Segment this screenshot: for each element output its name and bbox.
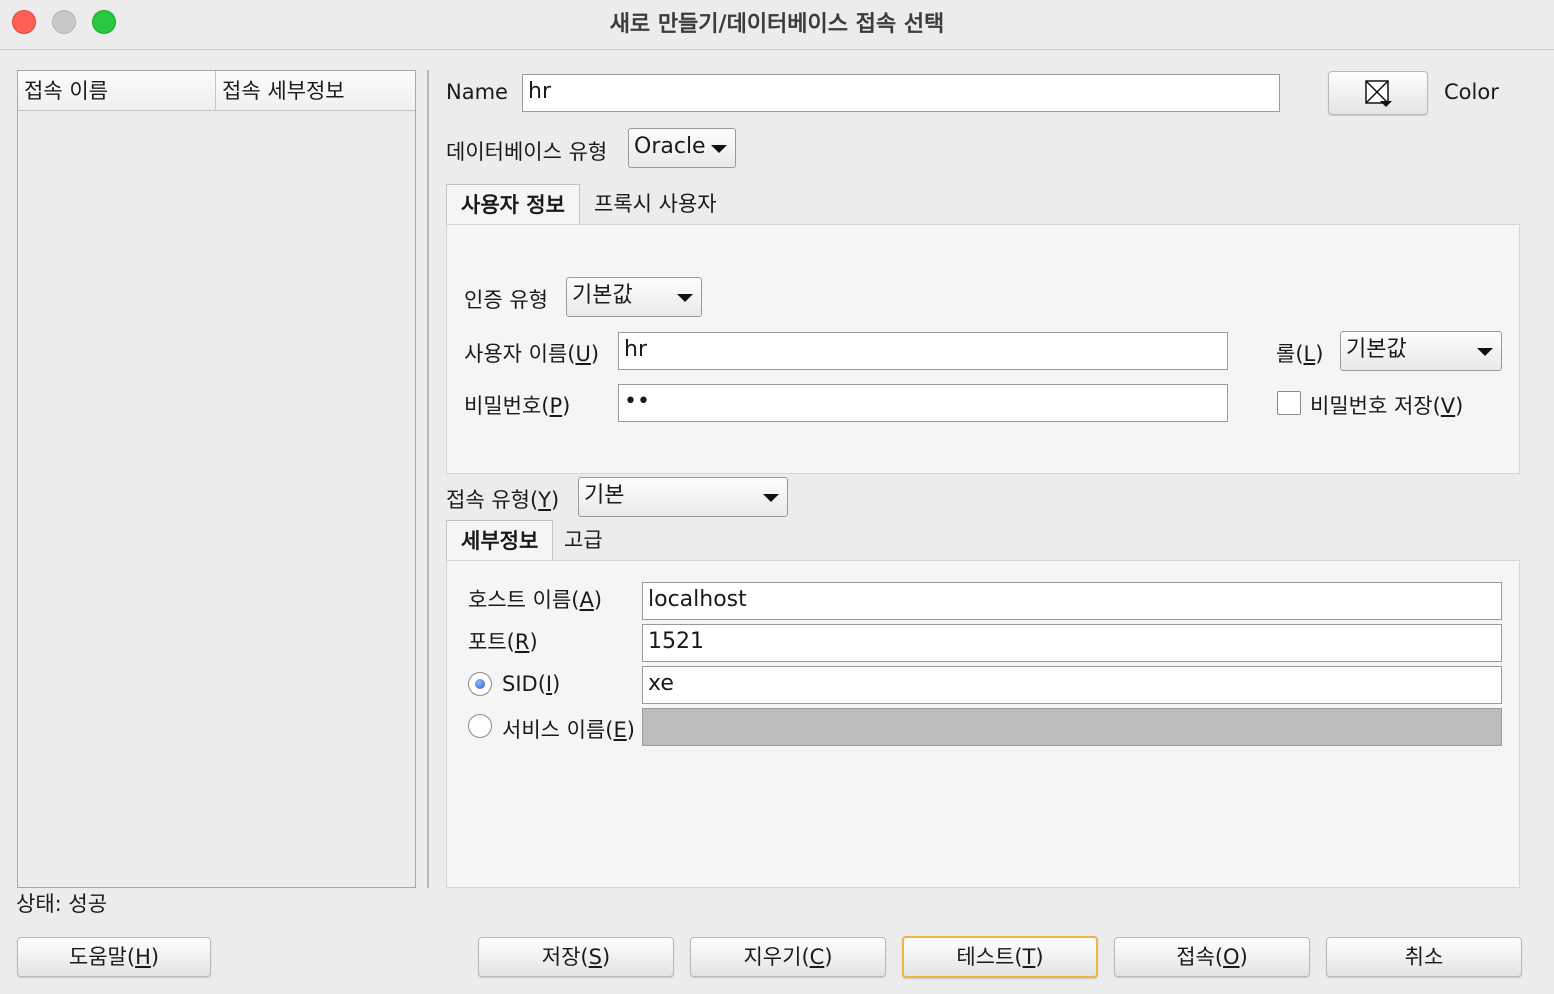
host-input[interactable]: localhost [642, 582, 1502, 620]
connection-type-select[interactable]: 기본 [578, 477, 788, 517]
save-password-label: 비밀번호 저장(V) [1310, 394, 1464, 418]
chevron-down-icon [1477, 348, 1493, 356]
chevron-down-icon [763, 494, 779, 502]
db-type-label: 데이터베이스 유형 [446, 140, 608, 164]
auth-type-label: 인증 유형 [464, 288, 548, 312]
db-type-value: Oracle [634, 134, 706, 159]
sid-radio[interactable] [468, 672, 492, 696]
connection-list[interactable]: 접속 이름 접속 세부정보 [17, 70, 416, 888]
service-name-input [642, 708, 1502, 746]
role-select[interactable]: 기본값 [1340, 331, 1502, 371]
port-label: 포트(R) [468, 630, 538, 654]
tab-proxy-user[interactable]: 프록시 사용자 [580, 184, 731, 226]
test-button[interactable]: 테스트(T) [902, 936, 1098, 978]
password-input[interactable]: •• [618, 384, 1228, 422]
color-picker-button[interactable] [1328, 71, 1428, 115]
window-title: 새로 만들기/데이터베이스 접속 선택 [609, 12, 945, 37]
port-input[interactable]: 1521 [642, 624, 1502, 662]
name-input[interactable]: hr [522, 74, 1280, 112]
status-text: 상태: 성공 [16, 892, 108, 916]
sid-input[interactable]: xe [642, 666, 1502, 704]
db-type-select[interactable]: Oracle [628, 128, 736, 168]
service-name-radio[interactable] [468, 714, 492, 738]
connect-button[interactable]: 접속(O) [1114, 937, 1310, 977]
chevron-down-icon [677, 294, 693, 302]
tab-details[interactable]: 세부정보 [446, 520, 554, 562]
role-label: 롤(L) [1276, 342, 1324, 366]
name-label: Name [446, 80, 508, 104]
username-input[interactable]: hr [618, 332, 1228, 370]
cancel-button[interactable]: 취소 [1326, 937, 1522, 977]
auth-type-select[interactable]: 기본값 [566, 277, 702, 317]
password-label: 비밀번호(P) [464, 394, 571, 418]
help-button[interactable]: 도움말(H) [17, 937, 211, 977]
tab-advanced[interactable]: 고급 [550, 520, 617, 562]
connection-list-header: 접속 이름 접속 세부정보 [18, 71, 415, 111]
column-header-connection-name[interactable]: 접속 이름 [18, 71, 216, 111]
role-value: 기본값 [1346, 337, 1407, 362]
service-name-label: 서비스 이름(E) [502, 718, 635, 742]
host-label: 호스트 이름(A) [468, 588, 603, 612]
connection-type-value: 기본 [584, 483, 625, 508]
auth-type-value: 기본값 [572, 283, 633, 308]
color-label: Color [1444, 80, 1499, 104]
save-password-checkbox[interactable] [1277, 391, 1301, 415]
color-picker-icon [1365, 80, 1392, 107]
chevron-down-icon [711, 145, 727, 153]
tab-user-info[interactable]: 사용자 정보 [446, 184, 580, 226]
clear-button[interactable]: 지우기(C) [690, 937, 886, 977]
username-label: 사용자 이름(U) [464, 342, 600, 366]
connection-type-label: 접속 유형(Y) [446, 488, 560, 512]
sid-label: SID(I) [502, 672, 561, 696]
split-divider[interactable] [427, 70, 429, 888]
column-header-connection-details[interactable]: 접속 세부정보 [216, 71, 415, 111]
save-button[interactable]: 저장(S) [478, 937, 674, 977]
